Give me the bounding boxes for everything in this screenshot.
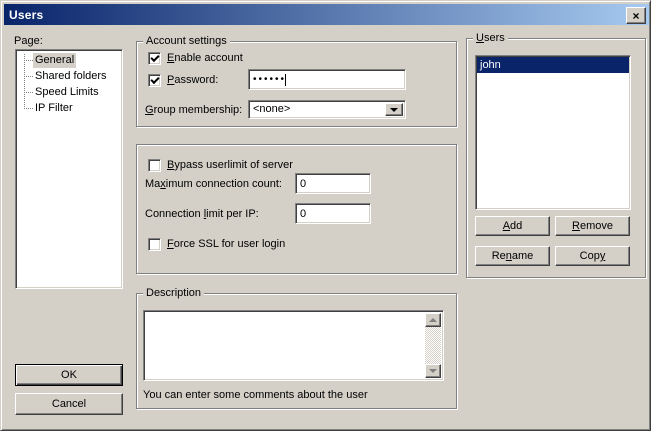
tree-item-ip-filter[interactable]: IP Filter — [16, 100, 122, 116]
users-group: Users john Add Remove Rename Copy — [466, 38, 646, 278]
tree-item-label: IP Filter — [33, 101, 75, 116]
group-membership-value: <none> — [253, 103, 290, 116]
page-label: Page: — [14, 35, 43, 48]
cancel-button-label: Cancel — [52, 398, 86, 410]
account-settings-group: Account settings Enable account Password… — [136, 41, 457, 127]
copy-user-button[interactable]: Copy — [555, 246, 630, 266]
copy-user-button-label: Copy — [580, 250, 606, 262]
user-list-item[interactable]: john — [477, 57, 629, 73]
description-scrollbar[interactable] — [425, 313, 441, 378]
connection-per-ip-input[interactable] — [295, 203, 371, 224]
max-connection-label: Maximum connection count: — [145, 178, 282, 191]
users-listbox[interactable]: john — [475, 55, 631, 210]
users-dialog-window: Users × Page: General Shared folders Spe… — [0, 0, 651, 431]
tree-item-label: Shared folders — [33, 69, 109, 84]
rename-user-button-label: Rename — [492, 250, 534, 262]
up-arrow-glyph — [429, 318, 437, 322]
force-ssl-label: Force SSL for user login — [167, 238, 285, 251]
connection-limits-group: Bypass userlimit of server Maximum conne… — [136, 144, 457, 274]
title-bar: Users × — [4, 4, 649, 25]
add-user-button[interactable]: Add — [475, 216, 550, 236]
max-connection-input[interactable] — [295, 173, 371, 194]
description-textarea[interactable] — [143, 310, 444, 381]
password-input[interactable]: •••••• — [248, 69, 406, 90]
tree-item-label: General — [33, 53, 76, 68]
tree-item-general[interactable]: General — [16, 52, 122, 68]
scroll-up-icon[interactable] — [425, 313, 441, 327]
tree-item-shared-folders[interactable]: Shared folders — [16, 68, 122, 84]
ok-button[interactable]: OK — [15, 364, 123, 386]
description-group-title: Description — [143, 287, 204, 300]
cancel-button[interactable]: Cancel — [15, 393, 123, 415]
force-ssl-checkbox[interactable] — [148, 238, 161, 251]
add-user-button-label: Add — [503, 220, 523, 232]
close-button[interactable]: × — [626, 7, 646, 24]
password-label: Password: — [167, 74, 218, 87]
enable-account-checkbox[interactable] — [148, 52, 161, 65]
bypass-userlimit-label: Bypass userlimit of server — [167, 159, 293, 172]
group-membership-select[interactable]: <none> — [248, 100, 406, 119]
window-title: Users — [4, 8, 43, 22]
users-group-title: Users — [473, 32, 508, 45]
tree-item-speed-limits[interactable]: Speed Limits — [16, 84, 122, 100]
scroll-down-icon[interactable] — [425, 364, 441, 378]
description-group: Description You can enter some comments … — [136, 293, 457, 409]
scrollbar-track[interactable] — [425, 327, 441, 364]
group-membership-label: Group membership: — [145, 104, 242, 117]
bypass-userlimit-checkbox[interactable] — [148, 159, 161, 172]
description-hint: You can enter some comments about the us… — [143, 389, 368, 402]
text-caret — [285, 74, 286, 86]
page-tree[interactable]: General Shared folders Speed Limits IP F… — [15, 49, 123, 289]
account-settings-group-title: Account settings — [143, 35, 230, 48]
check-icon — [150, 75, 159, 84]
chevron-down-icon[interactable] — [385, 103, 403, 116]
tree-item-label: Speed Limits — [33, 85, 101, 100]
remove-user-button[interactable]: Remove — [555, 216, 630, 236]
ok-button-label: OK — [61, 369, 77, 381]
down-arrow-glyph — [429, 369, 437, 373]
connection-per-ip-label: Connection limit per IP: — [145, 208, 259, 221]
enable-account-label: Enable account — [167, 52, 243, 65]
password-checkbox[interactable] — [148, 74, 161, 87]
down-arrow-glyph — [390, 108, 398, 112]
remove-user-button-label: Remove — [572, 220, 613, 232]
check-icon — [150, 53, 159, 62]
user-name: john — [480, 59, 501, 71]
close-icon: × — [632, 11, 639, 21]
rename-user-button[interactable]: Rename — [475, 246, 550, 266]
password-masked-value: •••••• — [253, 75, 286, 85]
